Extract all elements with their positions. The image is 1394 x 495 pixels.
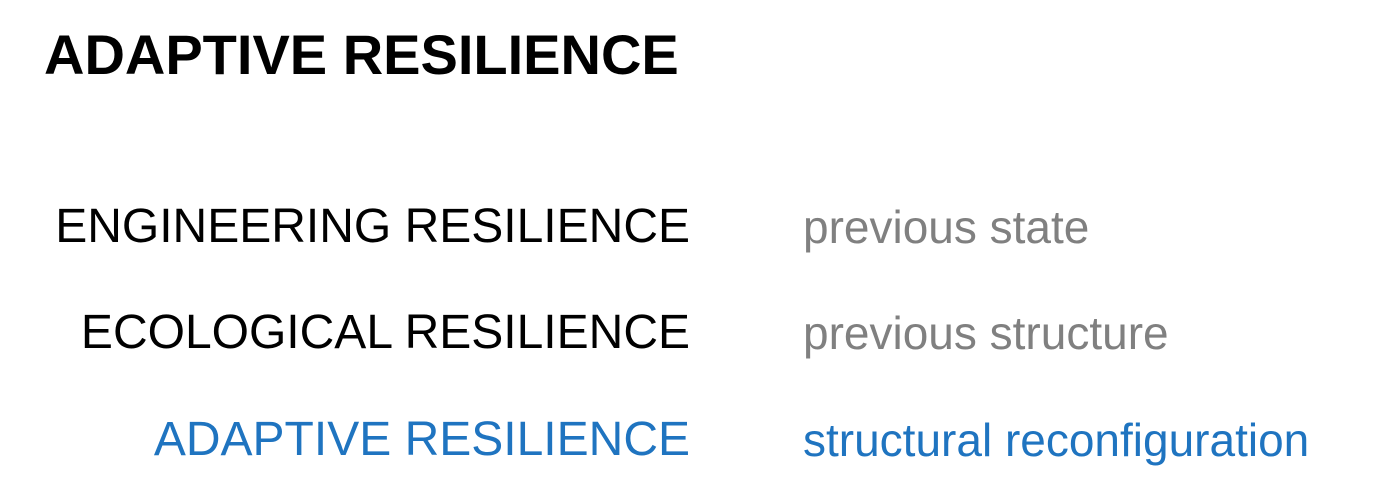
resilience-row-adaptive: ADAPTIVE RESILIENCE structural reconfigu…: [0, 405, 1394, 475]
resilience-row-engineering: ENGINEERING RESILIENCE previous state: [0, 192, 1394, 262]
term-label: ENGINEERING RESILIENCE: [55, 200, 690, 253]
term-description: structural reconfiguration: [803, 414, 1310, 466]
term-description: previous structure: [803, 307, 1169, 359]
page-title: ADAPTIVE RESILIENCE: [44, 23, 679, 86]
term-description: previous state: [803, 201, 1090, 253]
resilience-row-ecological: ECOLOGICAL RESILIENCE previous structure: [0, 298, 1394, 368]
term-label: ECOLOGICAL RESILIENCE: [80, 306, 690, 359]
term-label: ADAPTIVE RESILIENCE: [153, 413, 690, 466]
